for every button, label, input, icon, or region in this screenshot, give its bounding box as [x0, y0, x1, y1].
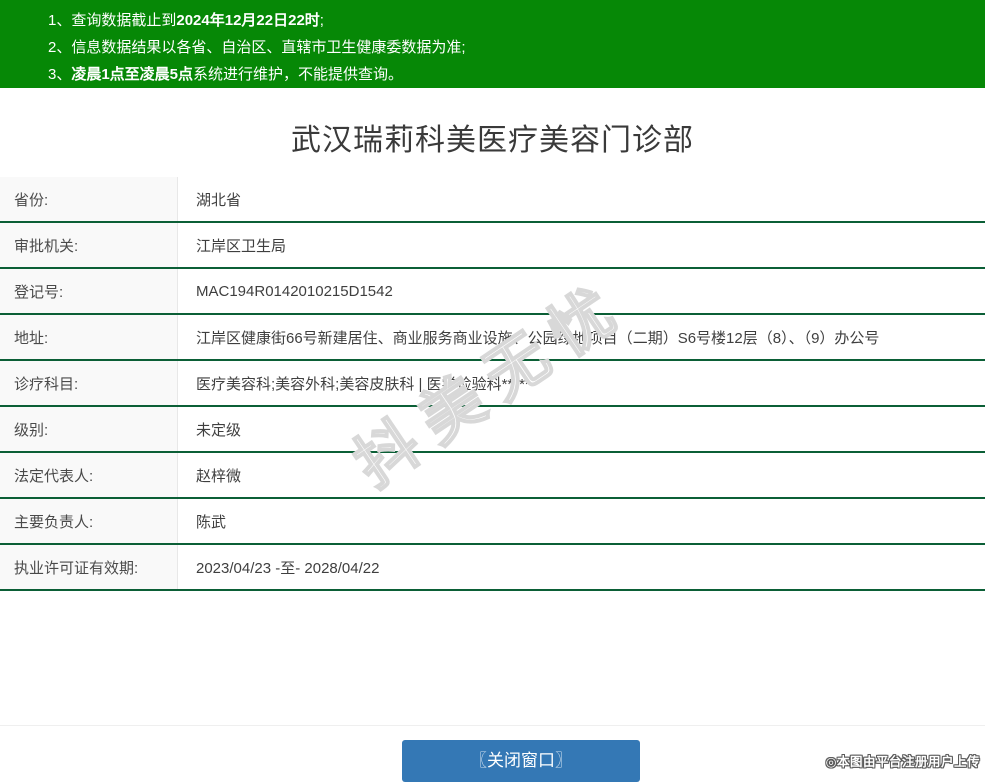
table-row-approval-authority: 审批机关: 江岸区卫生局: [0, 223, 985, 269]
row-label: 地址:: [0, 315, 178, 359]
notice-banner: 1、查询数据截止到2024年12月22日22时; 2、信息数据结果以各省、自治区…: [0, 0, 985, 88]
notice-line-2: 2、信息数据结果以各省、自治区、直辖市卫生健康委数据为准;: [48, 34, 975, 61]
table-row-address: 地址: 江岸区健康街66号新建居住、商业服务商业设施、公园绿地项目（二期）S6号…: [0, 315, 985, 361]
notice-line-2-num: 2、: [48, 39, 72, 56]
row-value: 湖北省: [196, 191, 242, 209]
row-value: 江岸区卫生局: [196, 237, 287, 255]
row-label: 法定代表人:: [0, 453, 178, 497]
row-label: 登记号:: [0, 269, 178, 313]
upload-credit-watermark: ◎本图由平台注册用户上传: [825, 755, 980, 769]
notice-line-1-num: 1、: [48, 12, 72, 29]
table-row-person-in-charge: 主要负责人: 陈武: [0, 499, 985, 545]
row-label: 审批机关:: [0, 223, 178, 267]
table-row-legal-representative: 法定代表人: 赵梓微: [0, 453, 985, 499]
notice-line-3-num: 3、: [48, 66, 72, 83]
table-row-registration-number: 登记号: MAC194R0142010215D1542: [0, 269, 985, 315]
row-label: 执业许可证有效期:: [0, 545, 178, 589]
row-value: MAC194R0142010215D1542: [196, 282, 393, 300]
notice-line-2-text: 信息数据结果以各省、自治区、直辖市卫生健康委数据为准;: [71, 39, 466, 56]
notice-line-1: 1、查询数据截止到2024年12月22日22时;: [48, 7, 975, 34]
close-window-button[interactable]: 〖关闭窗口〗: [402, 740, 640, 782]
notice-line-1-tail: ;: [319, 12, 324, 29]
footer-divider: [0, 725, 985, 726]
row-label: 省份:: [0, 177, 178, 221]
table-row-license-validity: 执业许可证有效期: 2023/04/23 -至- 2028/04/22: [0, 545, 985, 591]
table-row-medical-subjects: 诊疗科目: 医疗美容科;美容外科;美容皮肤科 | 医学检验科******: [0, 361, 985, 407]
notice-line-3-bold: 凌晨1点至凌晨5点: [71, 66, 194, 83]
row-value: 江岸区健康街66号新建居住、商业服务商业设施、公园绿地项目（二期）S6号楼12层…: [196, 329, 880, 347]
row-value: 未定级: [196, 421, 242, 439]
institution-info-table: 省份: 湖北省 审批机关: 江岸区卫生局 登记号: MAC194R0142010…: [0, 177, 985, 591]
row-value: 2023/04/23 -至- 2028/04/22: [196, 559, 380, 577]
row-label: 诊疗科目:: [0, 361, 178, 405]
row-value: 陈武: [196, 513, 227, 531]
row-label: 级别:: [0, 407, 178, 451]
row-label: 主要负责人:: [0, 499, 178, 543]
row-value: 医疗美容科;美容外科;美容皮肤科 | 医学检验科******: [196, 375, 537, 393]
notice-line-3: 3、凌晨1点至凌晨5点系统进行维护，不能提供查询。: [48, 61, 975, 88]
notice-line-1-text: 查询数据截止到: [71, 12, 177, 29]
notice-line-1-bold: 2024年12月22日22时: [176, 12, 320, 29]
row-value: 赵梓微: [196, 467, 242, 485]
table-row-level: 级别: 未定级: [0, 407, 985, 453]
page-title: 武汉瑞莉科美医疗美容门诊部: [291, 124, 694, 157]
notice-line-3-tail: 系统进行维护，不能提供查询。: [193, 66, 404, 83]
table-row-province: 省份: 湖北省: [0, 177, 985, 223]
